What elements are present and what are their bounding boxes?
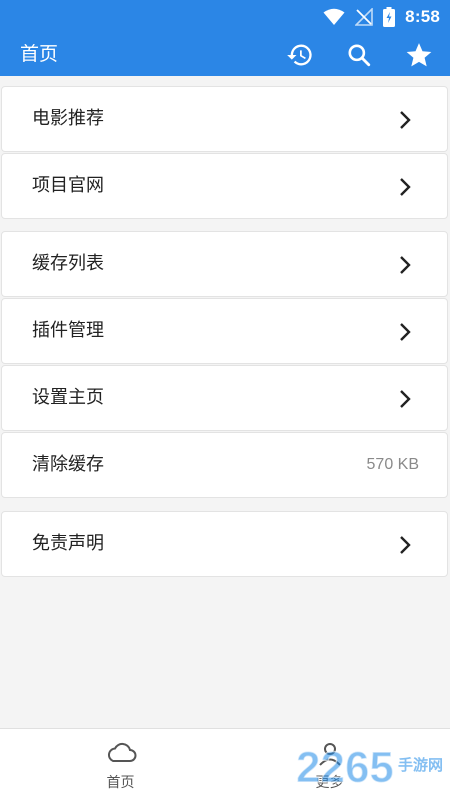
menu-item-movie-recommend[interactable]: 电影推荐: [1, 86, 448, 152]
nav-home-label: 首页: [106, 775, 135, 791]
menu-item-project-website[interactable]: 项目官网: [1, 153, 448, 219]
history-icon: [287, 44, 312, 66]
chevron-right-icon: [400, 536, 411, 554]
chevron-right-icon: [400, 256, 411, 274]
app-bar: 首页: [0, 33, 450, 76]
svg-text:2265: 2265: [296, 743, 394, 792]
svg-text:手游网: 手游网: [398, 756, 443, 774]
status-time: 8:58: [405, 7, 440, 26]
menu-item-set-homepage[interactable]: 设置主页: [1, 365, 448, 431]
status-icons: 8:58: [323, 6, 440, 28]
chevron-right-icon: [400, 178, 411, 196]
nav-home[interactable]: 首页: [8, 729, 233, 799]
status-bar: 8:58: [0, 0, 450, 33]
menu-item-plugin-management[interactable]: 插件管理: [1, 298, 448, 364]
menu-item-label: 清除缓存: [32, 454, 104, 475]
menu-item-label: 电影推荐: [32, 108, 104, 129]
chevron-right-icon: [400, 323, 411, 341]
cache-size-value: 570 KB: [366, 456, 419, 473]
signal-icon: [355, 8, 373, 26]
watermark-graphic: 2265 手游网: [295, 742, 443, 793]
page-title: 首页: [20, 43, 59, 65]
menu-item-cache-list[interactable]: 缓存列表: [1, 231, 448, 297]
star-icon: [406, 43, 432, 67]
menu-item-disclaimer[interactable]: 免责声明: [1, 511, 448, 577]
menu-item-label: 免责声明: [32, 533, 104, 554]
battery-icon: [383, 7, 396, 27]
favorites-button[interactable]: [403, 39, 435, 71]
menu-item-clear-cache[interactable]: 清除缓存 570 KB: [1, 432, 448, 498]
search-icon: [348, 44, 371, 67]
chevron-right-icon: [400, 390, 411, 408]
search-button[interactable]: [343, 39, 375, 71]
history-button[interactable]: [284, 39, 316, 71]
watermark-logo: 2265 手游网: [295, 740, 446, 795]
cloud-icon: [107, 742, 136, 762]
wifi-icon: [323, 8, 345, 25]
menu-item-label: 设置主页: [32, 387, 104, 408]
chevron-right-icon: [400, 111, 411, 129]
app-screen: 8:58 首页 电影推荐 项目官网 缓存列表 插件管理 设置主页 清除缓存 57…: [0, 0, 450, 799]
menu-item-label: 插件管理: [32, 320, 104, 341]
menu-item-label: 缓存列表: [32, 253, 104, 274]
menu-item-label: 项目官网: [32, 175, 104, 196]
